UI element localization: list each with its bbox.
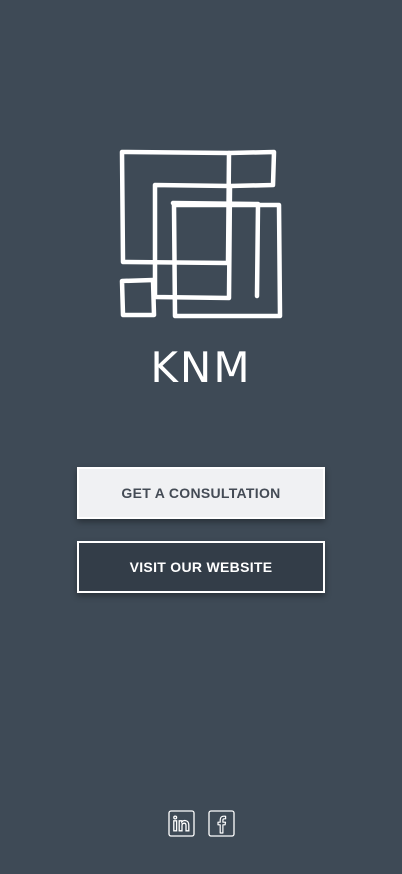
- brand-name: KNM: [150, 343, 252, 392]
- visit-website-label: VISIT OUR WEBSITE: [129, 559, 273, 575]
- knm-logo-icon: [118, 148, 284, 320]
- social-links: [0, 810, 402, 837]
- linkedin-icon[interactable]: [167, 810, 195, 837]
- facebook-icon[interactable]: [207, 810, 235, 837]
- get-consultation-label: GET A CONSULTATION: [121, 485, 281, 501]
- get-consultation-button[interactable]: GET A CONSULTATION: [77, 467, 325, 519]
- visit-website-button[interactable]: VISIT OUR WEBSITE: [77, 541, 325, 593]
- app-screen: KNM GET A CONSULTATION VISIT OUR WEBSITE: [0, 0, 402, 874]
